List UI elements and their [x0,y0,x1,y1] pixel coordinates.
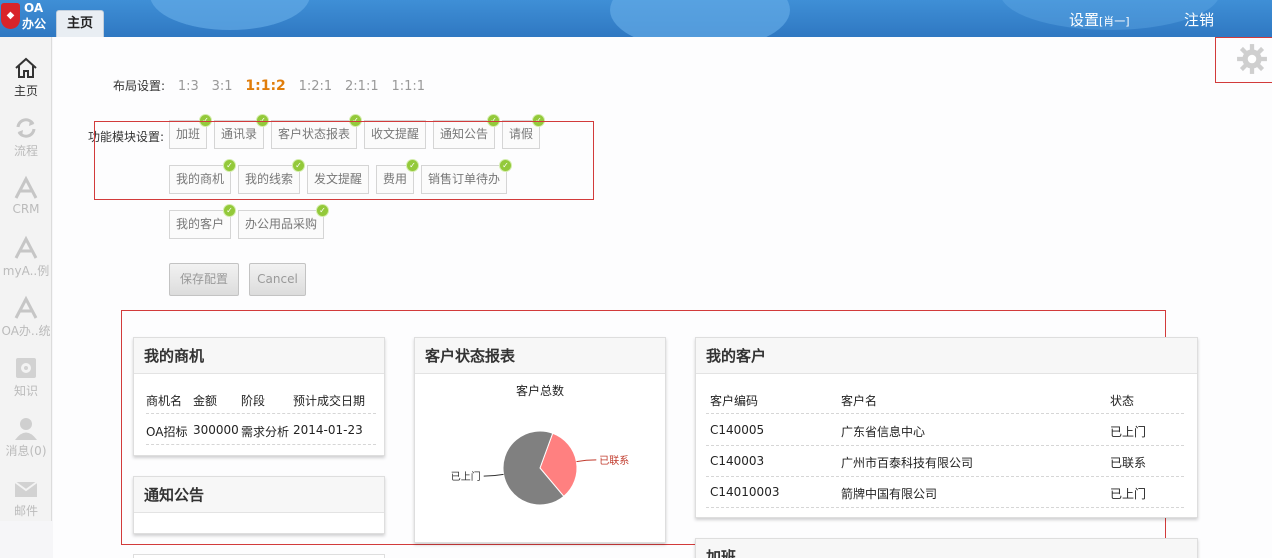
knowledge-icon [16,358,36,378]
table-cell: C140005 [710,423,765,437]
settings-gear-button[interactable] [1215,37,1272,83]
sidebar-item-label: 消息(0) [5,444,47,458]
pie-leader-line [576,459,597,463]
sidebar-item-label: OA办..统 [1,324,51,338]
logo-text-office: 办公 [22,17,47,31]
logout-link[interactable]: 注销 [1184,9,1214,30]
table-cell: 300000 [193,423,239,437]
layout-settings: 布局设置: 1:3 3:1 1:1:2 1:2:1 2:1:1 1:1:1 [113,77,425,94]
header-cloud [150,0,310,30]
column-header: 商机名 [146,394,183,408]
sidebar-item-label: 知识 [13,384,38,398]
table-cell: 需求分析 [241,425,290,439]
module-chip[interactable]: 办公用品采购 ✓ [238,204,330,239]
table-header-row: 客户编码 客户名 状态 [706,388,1184,414]
module-chip[interactable]: 我的客户 ✓ [169,204,237,239]
sidebar-item-mail[interactable]: 邮件 [0,459,52,518]
customers-panel: 我的客户 客户编码 客户名 状态 C140005 广东省信息中心 已上门 C14… [695,337,1198,518]
table-row[interactable]: C140005 广东省信息中心 已上门 [706,415,1184,446]
table-cell: OA招标 [146,425,188,439]
table-cell: 2014-01-23 [293,423,363,437]
sidebar-item-label: CRM [12,202,40,216]
panel-stub [133,554,385,558]
save-config-button[interactable]: 保存配置 [169,263,239,296]
tab-home[interactable]: 主页 [56,10,104,37]
settings-label: 设置 [1069,11,1100,29]
sidebar: 主页 流程 CRM myA..例 OA办..统 知识 消息(0) 邮件 [0,37,52,521]
panel-title: 客户状态报表 [415,338,665,374]
table-row[interactable]: OA招标 300000 需求分析 2014-01-23 [146,415,376,445]
pie-chart: 客户总数 已联系已上门 [451,383,629,506]
sidebar-item-crm[interactable]: CRM [0,159,52,217]
layout-option[interactable]: 1:1:1 [391,79,425,94]
overtime-panel: 加班 [695,538,1198,558]
panel-title: 我的商机 [134,338,384,374]
module-chip-label: 我的客户 [176,217,225,231]
layout-option-selected[interactable]: 1:1:2 [245,78,285,94]
sidebar-item-label: myA..例 [2,264,50,278]
column-header: 金额 [193,394,218,408]
customer-report-panel: 客户状态报表 客户总数 已联系已上门 [414,337,666,543]
layout-option[interactable]: 1:2:1 [299,79,333,94]
table-row[interactable]: C140003 广州市百泰科技有限公司 已联系 [706,446,1184,477]
highlight-box [94,121,594,200]
refresh-icon [16,118,36,138]
sidebar-item-messages[interactable]: 消息(0) [0,399,52,458]
logo-badge-icon: ◆ [1,3,20,29]
column-header: 阶段 [241,394,266,408]
opportunities-panel: 我的商机 商机名 金额 阶段 预计成交日期 OA招标 300000 需求分析 2… [133,337,385,456]
column-header: 客户名 [841,394,878,408]
panel-title: 我的客户 [696,338,1197,374]
sidebar-item-mya[interactable]: myA..例 [0,219,52,278]
settings-user: [肖一] [1099,15,1130,28]
table-cell: 已上门 [1110,487,1147,501]
pie-slice-label: 已联系 [599,455,629,467]
sidebar-item-knowledge[interactable]: 知识 [0,339,52,398]
notice-panel: 通知公告 [133,476,385,534]
table-cell: 已上门 [1110,425,1147,439]
pie-slice-label: 已上门 [451,470,481,483]
pie-leader-line [483,473,504,477]
chart-title: 客户总数 [516,383,564,398]
cancel-button[interactable]: Cancel [249,263,306,296]
home-icon [15,57,37,78]
sidebar-item-label: 邮件 [13,504,38,518]
column-header: 客户编码 [710,394,759,408]
crm-icon [14,175,38,199]
sidebar-item-label: 主页 [13,84,38,98]
table-cell: 广东省信息中心 [841,425,926,439]
panel-title: 通知公告 [134,477,384,513]
panel-title: 加班 [696,539,1197,558]
layout-option[interactable]: 1:3 [178,79,199,94]
check-icon: ✓ [223,204,237,217]
mail-icon [14,481,38,497]
header-cloud [610,0,790,37]
check-icon: ✓ [316,204,330,217]
table-cell: C14010003 [710,485,780,499]
sidebar-item-home[interactable]: 主页 [0,39,52,98]
sidebar-item-oa-system[interactable]: OA办..统 [0,279,52,338]
app-icon [14,295,38,319]
table-header-row: 商机名 金额 阶段 预计成交日期 [146,388,376,414]
sidebar-item-label: 流程 [13,144,38,158]
app-logo: ◆ OA 办公 [0,0,52,37]
gear-icon [1237,44,1267,74]
app-icon [14,235,38,259]
sidebar-item-workflow[interactable]: 流程 [0,99,52,158]
layout-settings-label: 布局设置: [113,79,166,93]
table-row[interactable]: C14010003 箭牌中国有限公司 已上门 [706,477,1184,508]
table-cell: 已联系 [1110,456,1147,470]
table-cell: 箭牌中国有限公司 [841,487,938,501]
module-chip-label: 办公用品采购 [245,217,318,231]
logo-text-oa: OA [24,1,44,15]
user-icon [15,418,37,440]
settings-link[interactable]: 设置[肖一] [1069,9,1130,30]
table-cell: 广州市百泰科技有限公司 [841,456,974,470]
layout-option[interactable]: 3:1 [212,79,233,94]
table-cell: C140003 [710,454,765,468]
column-header: 预计成交日期 [293,394,366,408]
layout-option[interactable]: 2:1:1 [345,79,379,94]
top-bar: ◆ OA 办公 主页 设置[肖一] 注销 [0,0,1272,37]
column-header: 状态 [1110,394,1135,408]
